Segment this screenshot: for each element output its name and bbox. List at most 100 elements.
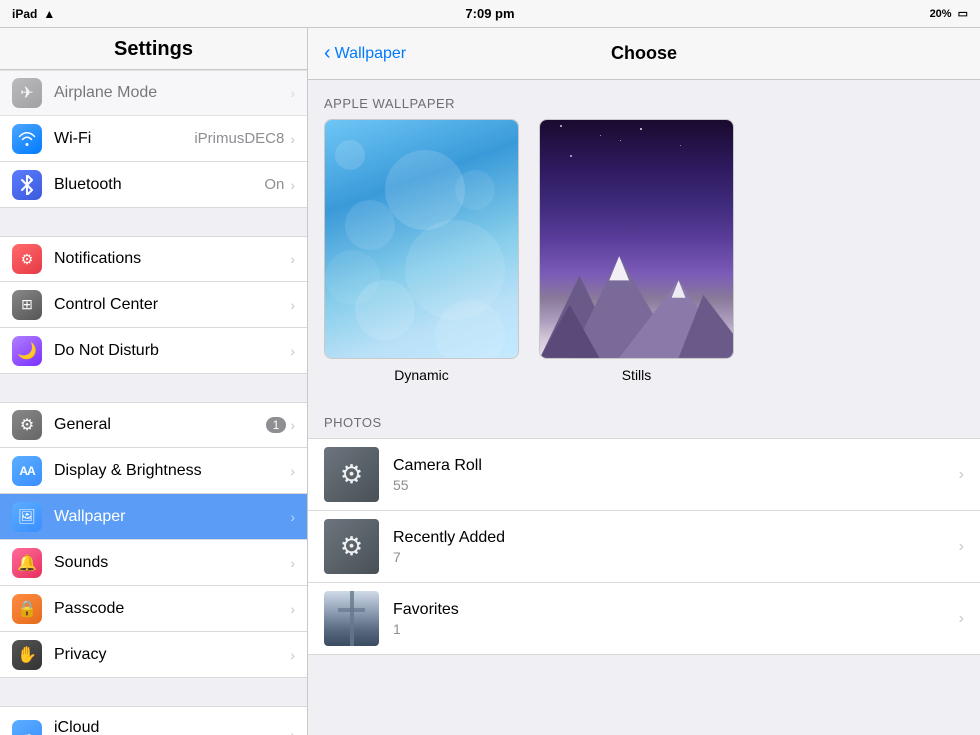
sidebar-item-privacy[interactable]: ✋ Privacy › (0, 632, 307, 678)
sidebar-item-label-general: General (54, 416, 266, 434)
sidebar-item-label-bluetooth: Bluetooth (54, 176, 264, 194)
dynamic-label: Dynamic (394, 367, 448, 383)
sidebar-item-label-passcode: Passcode (54, 600, 290, 618)
stills-preview (540, 120, 733, 358)
chevron-icon: › (290, 251, 295, 267)
battery-icon: ▭ (958, 7, 968, 20)
wallpaper-item-stills[interactable]: Stills (539, 119, 734, 383)
general-badge: 1 (266, 417, 287, 433)
camera-roll-thumb: ⚙ (324, 447, 379, 502)
recently-added-name: Recently Added (393, 529, 959, 547)
controlcenter-icon: ⊞ (12, 290, 42, 320)
photo-album-camera-roll[interactable]: ⚙ Camera Roll 55 › (308, 439, 980, 511)
wallpaper-icon: 🖼 (12, 502, 42, 532)
sidebar-item-label-controlcenter: Control Center (54, 296, 290, 314)
sidebar-item-general[interactable]: ⚙ General 1 › (0, 402, 307, 448)
favorites-preview (324, 591, 379, 646)
sidebar-item-passcode[interactable]: 🔒 Passcode › (0, 586, 307, 632)
donotdisturb-icon: 🌙 (12, 336, 42, 366)
sidebar-item-notifications[interactable]: ⚙ Notifications › (0, 236, 307, 282)
wifi-value: iPrimusDEC8 (194, 130, 284, 147)
chevron-icon: › (290, 343, 295, 359)
photos-list: ⚙ Camera Roll 55 › ⚙ Recently Added (308, 438, 980, 655)
icloud-icon: ☁ (12, 720, 42, 735)
display-icon: AA (12, 456, 42, 486)
sidebar-item-label-wallpaper: Wallpaper (54, 508, 290, 526)
photo-album-recently-added[interactable]: ⚙ Recently Added 7 › (308, 511, 980, 583)
sidebar-item-label-airplane: Airplane Mode (54, 84, 290, 102)
wallpaper-item-dynamic[interactable]: Dynamic (324, 119, 519, 383)
sidebar-item-label-privacy: Privacy (54, 646, 290, 664)
sidebar-item-label-notifications: Notifications (54, 250, 290, 268)
sidebar-item-wifi[interactable]: Wi-Fi iPrimusDEC8 › (0, 116, 307, 162)
sidebar-section-system: ⚙ Notifications › ⊞ Control Center › 🌙 D… (0, 236, 307, 374)
back-label: Wallpaper (335, 45, 406, 63)
sounds-icon: 🔔 (12, 548, 42, 578)
chevron-icon: › (959, 538, 964, 556)
apple-wallpaper-section-header: APPLE WALLPAPER (308, 80, 980, 119)
status-time: 7:09 pm (465, 6, 514, 21)
chevron-icon: › (959, 466, 964, 484)
bluetooth-value: On (264, 176, 284, 193)
sidebar-item-wallpaper[interactable]: 🖼 Wallpaper › (0, 494, 307, 540)
right-panel-title: Choose (611, 43, 677, 64)
chevron-icon: › (290, 297, 295, 313)
chevron-icon: › (959, 610, 964, 628)
photo-album-favorites[interactable]: Favorites 1 › (308, 583, 980, 655)
favorites-info: Favorites 1 (393, 601, 959, 637)
right-panel: ‹ Wallpaper Choose APPLE WALLPAPER (308, 28, 980, 735)
battery-label: 20% (930, 8, 952, 20)
stills-thumb (539, 119, 734, 359)
recently-added-thumb: ⚙ (324, 519, 379, 574)
favorites-count: 1 (393, 621, 959, 637)
bluetooth-icon (12, 170, 42, 200)
sidebar-item-bluetooth[interactable]: Bluetooth On › (0, 162, 307, 208)
camera-roll-name: Camera Roll (393, 457, 959, 475)
right-header: ‹ Wallpaper Choose (308, 28, 980, 80)
sidebar-item-donotdisturb[interactable]: 🌙 Do Not Disturb › (0, 328, 307, 374)
favorites-thumb (324, 591, 379, 646)
back-button[interactable]: ‹ Wallpaper (324, 42, 406, 65)
sidebar-item-display[interactable]: AA Display & Brightness › (0, 448, 307, 494)
sidebar-section-connectivity: ✈ Airplane Mode › Wi-Fi iPrimusDEC8 › (0, 70, 307, 208)
stills-label: Stills (622, 367, 652, 383)
recently-added-info: Recently Added 7 (393, 529, 959, 565)
recently-added-preview: ⚙ (324, 519, 379, 574)
status-bar: iPad ▲ 7:09 pm 20% ▭ (0, 0, 980, 28)
sidebar-item-label-icloud: iCloud (54, 719, 290, 735)
chevron-icon: › (290, 131, 295, 147)
sidebar-item-icloud[interactable]: ☁ iCloud louisevj67@hotmail.com › (0, 706, 307, 735)
chevron-icon: › (290, 85, 295, 101)
settings-gear-icon-2: ⚙ (340, 531, 363, 562)
settings-gear-icon: ⚙ (340, 459, 363, 490)
sidebar: Settings ✈ Airplane Mode › Wi-Fi iPrimus… (0, 28, 308, 735)
general-icon: ⚙ (12, 410, 42, 440)
sidebar-item-label-wifi: Wi-Fi (54, 130, 194, 148)
favorites-name: Favorites (393, 601, 959, 619)
airplane-icon: ✈ (12, 78, 42, 108)
wifi-icon (12, 124, 42, 154)
chevron-icon: › (290, 417, 295, 433)
sidebar-item-airplane[interactable]: ✈ Airplane Mode › (0, 70, 307, 116)
sidebar-section-account: ☁ iCloud louisevj67@hotmail.com › 🅐 iTun… (0, 706, 307, 735)
chevron-icon: › (290, 509, 295, 525)
device-label: iPad (12, 7, 37, 21)
wifi-indicator: ▲ (43, 7, 55, 21)
sidebar-section-preferences: ⚙ General 1 › AA Display & Brightness › … (0, 402, 307, 678)
chevron-icon: › (290, 177, 295, 193)
sidebar-item-label-sounds: Sounds (54, 554, 290, 572)
recently-added-count: 7 (393, 549, 959, 565)
chevron-icon: › (290, 647, 295, 663)
status-right: 20% ▭ (930, 7, 968, 20)
chevron-icon: › (290, 727, 295, 735)
sidebar-item-sounds[interactable]: 🔔 Sounds › (0, 540, 307, 586)
chevron-icon: › (290, 601, 295, 617)
camera-roll-preview: ⚙ (324, 447, 379, 502)
sidebar-item-controlcenter[interactable]: ⊞ Control Center › (0, 282, 307, 328)
sidebar-title: Settings (16, 38, 291, 61)
sidebar-header: Settings (0, 28, 307, 70)
dynamic-preview (325, 120, 518, 358)
notifications-icon: ⚙ (12, 244, 42, 274)
back-chevron-icon: ‹ (324, 42, 331, 65)
sidebar-item-label-display: Display & Brightness (54, 462, 290, 480)
